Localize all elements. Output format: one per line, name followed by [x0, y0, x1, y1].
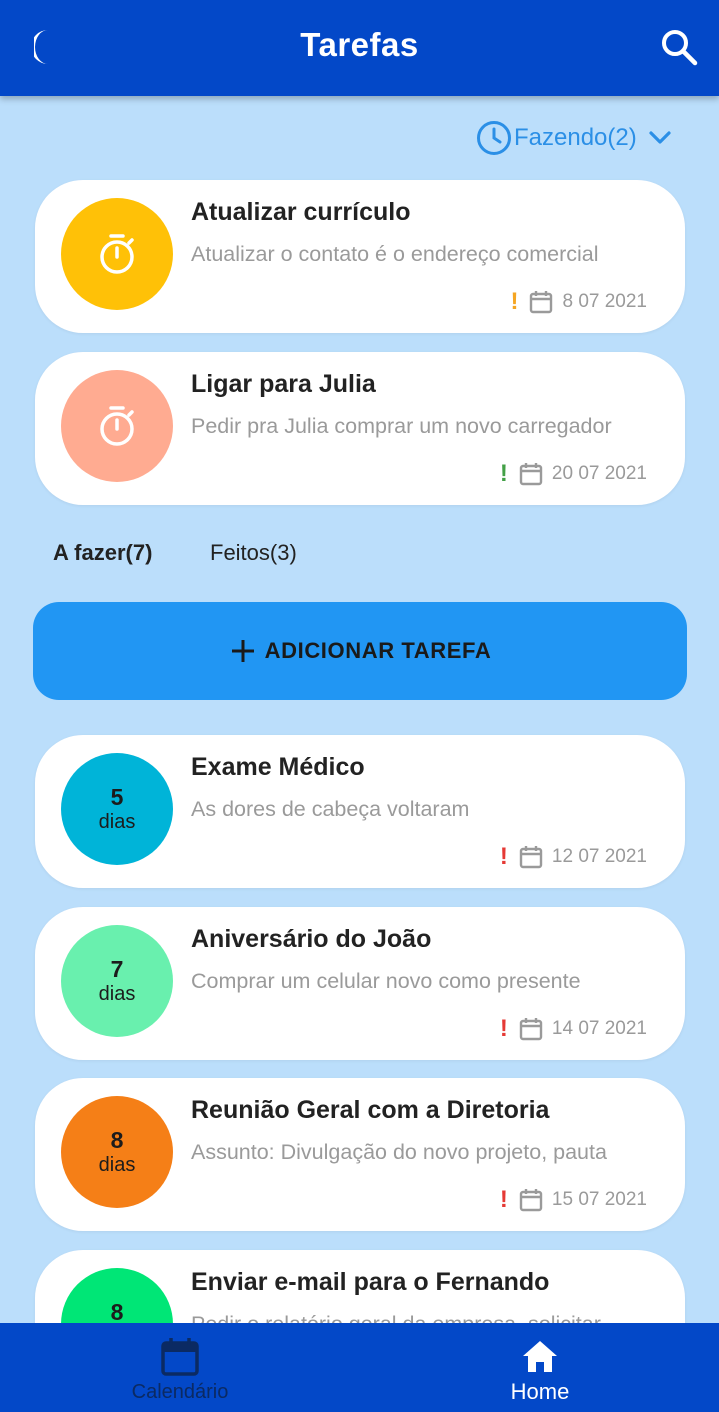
- nav-calendar[interactable]: Calendário: [0, 1323, 360, 1412]
- task-description: Pedir pra Julia comprar um novo carregad…: [191, 414, 612, 438]
- stopwatch-icon: [100, 234, 134, 274]
- days-unit: dias: [98, 1154, 136, 1176]
- task-title: Exame Médico: [191, 753, 365, 781]
- days-count: 7: [110, 956, 124, 982]
- task-meta: ! 14 07 2021: [500, 1015, 647, 1043]
- filter-label: Fazendo(2): [514, 124, 637, 151]
- stopwatch-icon: [100, 406, 134, 446]
- task-description: Atualizar o contato é o endereço comerci…: [191, 242, 599, 266]
- days-count: 8: [110, 1127, 124, 1153]
- add-task-label: ADICIONAR TAREFA: [264, 638, 492, 663]
- task-description: As dores de cabeça voltaram: [191, 797, 470, 821]
- calendar-icon: [519, 463, 543, 486]
- days-unit: dias: [98, 811, 136, 833]
- task-title: Atualizar currículo: [191, 198, 411, 226]
- tab-todo[interactable]: A fazer(7): [53, 540, 152, 566]
- task-card[interactable]: 7 dias Aniversário do João Comprar um ce…: [35, 907, 685, 1060]
- days-count: 8: [110, 1299, 124, 1325]
- priority-indicator: !: [499, 843, 508, 870]
- task-meta: ! 15 07 2021: [500, 1186, 647, 1214]
- task-card[interactable]: 5 dias Exame Médico As dores de cabeça v…: [35, 735, 685, 888]
- task-status-circle: [61, 370, 173, 482]
- calendar-icon: [161, 1338, 199, 1376]
- calendar-icon: [519, 1189, 543, 1212]
- days-remaining-circle: 5 dias: [61, 753, 173, 865]
- task-title: Ligar para Julia: [191, 370, 376, 398]
- nav-home-label: Home: [510, 1379, 570, 1404]
- task-meta: ! 12 07 2021: [500, 843, 647, 871]
- days-unit: dias: [98, 983, 136, 1005]
- app-bar: Tarefas: [0, 0, 719, 96]
- task-description: Assunto: Divulgação do novo projeto, pau…: [191, 1140, 607, 1164]
- priority-indicator: !: [510, 288, 519, 315]
- task-description: Comprar um celular novo como presente: [191, 969, 581, 993]
- task-date: 15 07 2021: [551, 1189, 647, 1210]
- page-title: Tarefas: [300, 26, 419, 63]
- task-date: 14 07 2021: [551, 1018, 647, 1039]
- days-count: 5: [110, 784, 124, 810]
- priority-indicator: !: [499, 460, 508, 487]
- doing-task-card[interactable]: Atualizar currículo Atualizar o contato …: [35, 180, 685, 333]
- days-remaining-circle: 7 dias: [61, 925, 173, 1037]
- priority-indicator: !: [499, 1186, 508, 1213]
- tab-done[interactable]: Feitos(3): [210, 540, 297, 566]
- chevron-down-icon: [649, 131, 671, 144]
- search-icon[interactable]: [660, 28, 698, 66]
- clock-icon: [477, 121, 511, 155]
- plus-icon: [231, 640, 254, 662]
- task-title: Aniversário do João: [191, 925, 432, 953]
- nav-home[interactable]: Home: [360, 1323, 719, 1412]
- task-status-circle: [61, 198, 173, 310]
- days-remaining-circle: 8 dias: [61, 1096, 173, 1208]
- priority-indicator: !: [499, 1015, 508, 1042]
- calendar-icon: [519, 846, 543, 869]
- task-title: Reunião Geral com a Diretoria: [191, 1096, 550, 1124]
- task-date: 20 07 2021: [551, 463, 647, 484]
- calendar-icon: [519, 1018, 543, 1041]
- calendar-icon: [530, 291, 553, 314]
- home-icon: [523, 1341, 557, 1372]
- bottom-navigation: Calendário Home: [0, 1323, 719, 1412]
- add-task-button[interactable]: ADICIONAR TAREFA: [33, 602, 687, 700]
- nav-calendar-label: Calendário: [131, 1381, 229, 1403]
- task-meta: ! 20 07 2021: [500, 460, 647, 488]
- task-meta: ! 8 07 2021: [510, 288, 647, 316]
- task-date: 8 07 2021: [562, 291, 647, 312]
- task-date: 12 07 2021: [551, 846, 647, 867]
- task-card[interactable]: 8 dias Reunião Geral com a Diretoria Ass…: [35, 1078, 685, 1231]
- status-filter-dropdown[interactable]: Fazendo(2): [476, 119, 673, 157]
- task-title: Enviar e-mail para o Fernando: [191, 1268, 550, 1296]
- doing-task-card[interactable]: Ligar para Julia Pedir pra Julia comprar…: [35, 352, 685, 505]
